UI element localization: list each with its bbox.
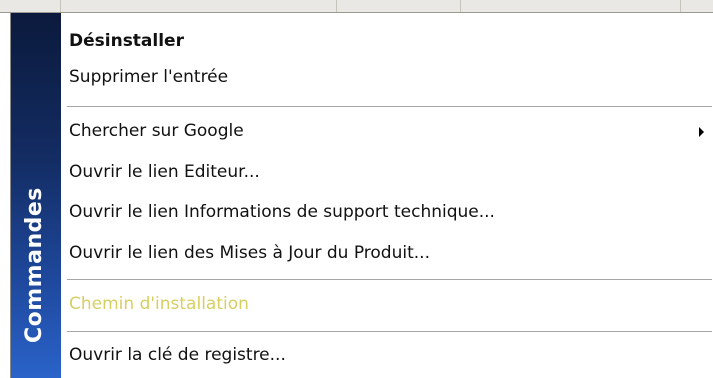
menu-separator (67, 106, 712, 108)
menu-separator (67, 331, 712, 333)
menu-side-banner-title: Commandes (22, 187, 47, 343)
list-header-strip (0, 0, 713, 13)
menu-item-chemin-installation: Chemin d'installation (69, 294, 249, 314)
column-separator (60, 0, 61, 12)
menu-item-desinstaller[interactable]: Désinstaller (63, 26, 713, 56)
menu-item-lien-mises-a-jour[interactable]: Ouvrir le lien des Mises à Jour du Produ… (63, 238, 713, 268)
column-separator (336, 0, 337, 12)
menu-side-banner: Commandes (11, 13, 61, 378)
column-separator (680, 0, 681, 12)
menu-item-supprimer-entree[interactable]: Supprimer l'entrée (63, 62, 713, 92)
menu-items: Désinstaller Supprimer l'entrée Chercher… (63, 13, 713, 378)
menu-separator (67, 279, 712, 281)
menu-item-cle-registre[interactable]: Ouvrir la clé de registre... (63, 340, 713, 370)
context-menu-window: Commandes Désinstaller Supprimer l'entré… (0, 0, 713, 378)
submenu-arrow-icon (699, 127, 704, 137)
menu-item-label: Chercher sur Google (69, 121, 244, 141)
menu-item-lien-support[interactable]: Ouvrir le lien Informations de support t… (63, 197, 713, 227)
menu-item-chercher-google[interactable]: Chercher sur Google (63, 116, 713, 146)
menu-item-lien-editeur[interactable]: Ouvrir le lien Editeur... (63, 157, 713, 187)
context-menu: Commandes Désinstaller Supprimer l'entré… (10, 13, 713, 378)
column-separator (460, 0, 461, 12)
